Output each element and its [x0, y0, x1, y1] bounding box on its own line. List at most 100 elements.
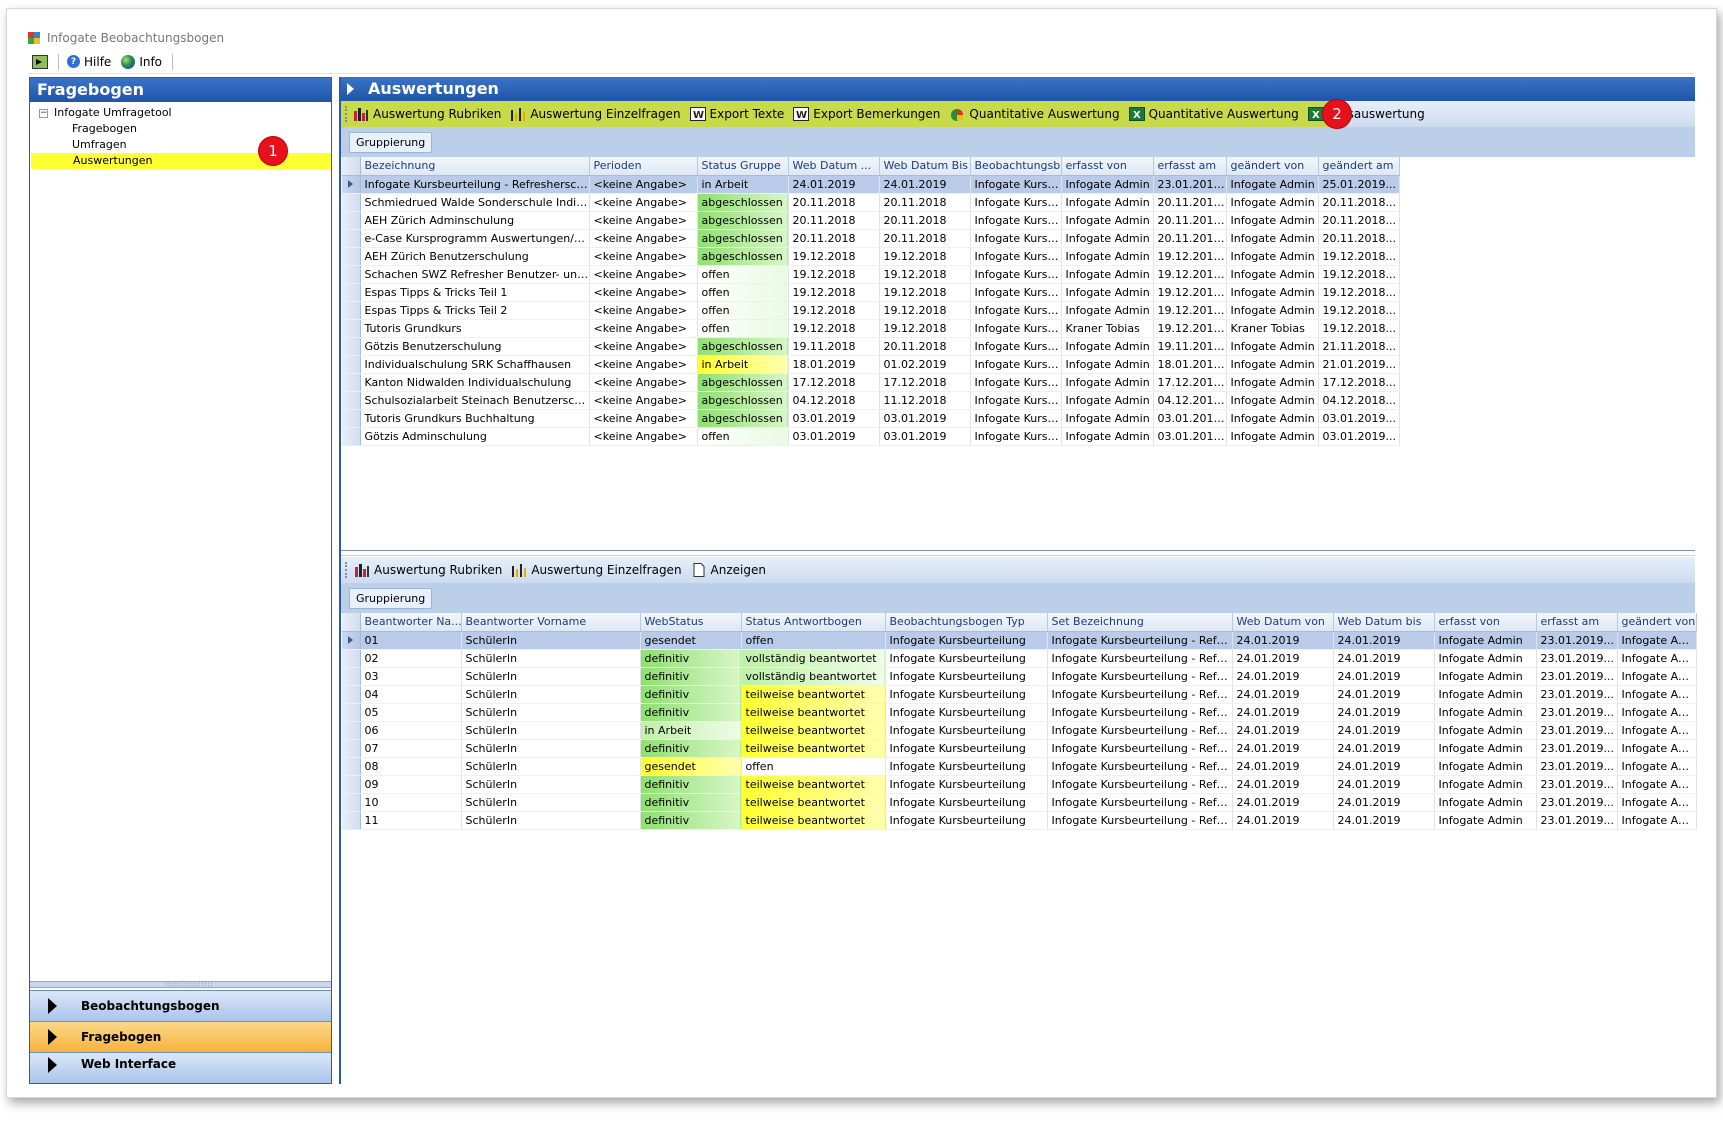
- excel-icon: X: [1128, 107, 1145, 121]
- row-selector[interactable]: [342, 649, 361, 668]
- row-selector[interactable]: [342, 337, 361, 356]
- tree-view: − Infogate Umfragetool Fragebogen Umfrage…: [30, 102, 331, 169]
- column-header[interactable]: Set Bezeichnung: [1047, 613, 1233, 632]
- table-row[interactable]: Tutoris Grundkurs Buchhaltung <keine Anga…: [342, 409, 1400, 428]
- row-selector[interactable]: [342, 283, 361, 302]
- auswertung-rubriken-button[interactable]: Auswertung Rubriken: [353, 107, 501, 121]
- table-row[interactable]: 05 SchülerIn definitiv teilweise beantworte…: [342, 703, 1697, 722]
- grid-splitter[interactable]: [341, 550, 1695, 556]
- anzeigen-button[interactable]: Anzeigen: [691, 563, 766, 577]
- table-row[interactable]: Götzis Benutzerschulung <keine Angabe> abg…: [342, 337, 1400, 356]
- row-selector[interactable]: [342, 391, 361, 410]
- row-selector[interactable]: [342, 685, 361, 704]
- row-selector[interactable]: [342, 301, 361, 320]
- column-header[interactable]: geändert von: [1617, 613, 1697, 632]
- export-texte-button[interactable]: W Export Texte: [689, 107, 784, 121]
- table-cell: 19.12.2018: [879, 301, 971, 320]
- grouping-button[interactable]: Gruppierung: [349, 131, 433, 153]
- table-row[interactable]: Espas Tipps & Tricks Teil 1 <keine Angabe…: [342, 283, 1400, 302]
- table-row[interactable]: e-Case Kursprogramm Auswertungen/Objekts…: [342, 229, 1400, 248]
- table-row[interactable]: AEH Zürich Adminschulung <keine Angabe> ab…: [342, 211, 1400, 230]
- quantitative-auswertung-chart-button[interactable]: Quantitative Auswertung: [949, 107, 1120, 121]
- auswertung-einzelfragen-button[interactable]: Auswertung Einzelfragen: [510, 107, 681, 121]
- column-header[interactable]: Beantworter Vorname: [461, 613, 641, 632]
- row-selector[interactable]: [342, 229, 361, 248]
- exit-button[interactable]: [28, 54, 52, 69]
- row-selector[interactable]: [342, 739, 361, 758]
- row-selector[interactable]: [342, 775, 361, 794]
- table-row[interactable]: 03 SchülerIn definitiv vollständig beantwor…: [342, 667, 1697, 686]
- nav-button-web-interface[interactable]: Web Interface: [30, 1052, 331, 1083]
- column-header[interactable]: Perioden: [589, 157, 698, 176]
- column-header[interactable]: Beantworter Na...: [360, 613, 462, 632]
- table-row[interactable]: 06 SchülerIn in Arbeit teilweise beantworte…: [342, 721, 1697, 740]
- column-header[interactable]: erfasst am: [1536, 613, 1618, 632]
- table-row[interactable]: Schmiedrued Walde Sonderschule Individua…: [342, 193, 1400, 212]
- row-selector[interactable]: [342, 265, 361, 284]
- column-header[interactable]: Status Antwortbogen: [741, 613, 886, 632]
- row-selector[interactable]: [342, 409, 361, 428]
- column-header[interactable]: Beobachtungsb...: [970, 157, 1062, 176]
- row-selector[interactable]: [342, 793, 361, 812]
- table-row[interactable]: 11 SchülerIn definitiv teilweise beantworte…: [342, 811, 1697, 830]
- column-header[interactable]: erfasst von: [1434, 613, 1537, 632]
- bottom-auswertung-einzelfragen-button[interactable]: Auswertung Einzelfragen: [511, 563, 682, 577]
- table-row[interactable]: Tutoris Grundkurs <keine Angabe> offen 19.1…: [342, 319, 1400, 338]
- table-row[interactable]: Infogate Kursbeurteilung - Refresherschu…: [342, 175, 1400, 194]
- column-header[interactable]: Web Datum Bis: [879, 157, 971, 176]
- table-row[interactable]: 08 SchülerIn gesendet offen Infogate Kursbeu…: [342, 757, 1697, 776]
- row-selector[interactable]: [342, 427, 361, 446]
- table-cell: 24.01.2019: [1232, 757, 1334, 776]
- column-header[interactable]: Status Gruppe: [697, 157, 789, 176]
- grouping-button[interactable]: Gruppierung: [349, 587, 433, 609]
- table-row[interactable]: Schulsozialarbeit Steinach Benutzerschul…: [342, 391, 1400, 410]
- table-row[interactable]: 04 SchülerIn definitiv teilweise beantworte…: [342, 685, 1697, 704]
- export-bemerkungen-button[interactable]: W Export Bemerkungen: [793, 107, 940, 121]
- column-header[interactable]: Web Datum von: [1232, 613, 1334, 632]
- row-selector[interactable]: [342, 667, 361, 686]
- nav-button-fragebogen[interactable]: Fragebogen: [30, 1021, 331, 1052]
- column-header[interactable]: WebStatus: [640, 613, 742, 632]
- row-selector[interactable]: [342, 631, 361, 650]
- tree-node-root[interactable]: − Infogate Umfragetool: [30, 105, 331, 121]
- info-menu[interactable]: Info: [117, 54, 166, 69]
- table-row[interactable]: 09 SchülerIn definitiv teilweise beantworte…: [342, 775, 1697, 794]
- row-selector[interactable]: [342, 175, 361, 194]
- column-header[interactable]: erfasst am: [1153, 157, 1227, 176]
- panel-splitter[interactable]: ::::::::::::::::: [30, 981, 331, 988]
- table-row[interactable]: Götzis Adminschulung <keine Angabe> offen 0…: [342, 427, 1400, 446]
- column-header[interactable]: Beobachtungsbogen Typ: [885, 613, 1048, 632]
- table-row[interactable]: 01 SchülerIn gesendet offen Infogate Kursbeu…: [342, 631, 1697, 650]
- collapse-icon[interactable]: −: [39, 108, 48, 118]
- row-selector[interactable]: [342, 355, 361, 374]
- column-header[interactable]: geändert am: [1318, 157, 1400, 176]
- table-row[interactable]: Espas Tipps & Tricks Teil 2 <keine Angabe…: [342, 301, 1400, 320]
- table-row[interactable]: AEH Zürich Benutzerschulung <keine Angabe…: [342, 247, 1400, 266]
- table-row[interactable]: 02 SchülerIn definitiv vollständig beantwor…: [342, 649, 1697, 668]
- quantitative-auswertung-excel-button[interactable]: X Quantitative Auswertung: [1128, 107, 1299, 121]
- row-selector[interactable]: [342, 811, 361, 830]
- table-row[interactable]: Kanton Nidwalden Individualschulung <kein…: [342, 373, 1400, 392]
- tree-node-fragebogen[interactable]: Fragebogen: [30, 121, 331, 137]
- row-selector[interactable]: [342, 193, 361, 212]
- column-header[interactable]: Web Datum bis: [1333, 613, 1435, 632]
- table-cell: Infogate Admin: [1434, 739, 1537, 758]
- column-header[interactable]: Bezeichnung: [360, 157, 590, 176]
- table-row[interactable]: Schachen SWZ Refresher Benutzer- und Adm…: [342, 265, 1400, 284]
- table-row[interactable]: 07 SchülerIn definitiv teilweise beantworte…: [342, 739, 1697, 758]
- row-selector[interactable]: [342, 757, 361, 776]
- column-header[interactable]: erfasst von: [1061, 157, 1154, 176]
- row-selector[interactable]: [342, 247, 361, 266]
- column-header[interactable]: geändert von: [1226, 157, 1319, 176]
- column-header[interactable]: Web Datum ...: [788, 157, 880, 176]
- table-row[interactable]: 10 SchülerIn definitiv teilweise beantworte…: [342, 793, 1697, 812]
- row-selector[interactable]: [342, 703, 361, 722]
- row-selector[interactable]: [342, 373, 361, 392]
- row-selector[interactable]: [342, 319, 361, 338]
- row-selector[interactable]: [342, 211, 361, 230]
- help-menu[interactable]: ? Hilfe: [63, 55, 115, 69]
- bottom-auswertung-rubriken-button[interactable]: Auswertung Rubriken: [354, 563, 502, 577]
- row-selector[interactable]: [342, 721, 361, 740]
- table-row[interactable]: Individualschulung SRK Schaffhausen <kein…: [342, 355, 1400, 374]
- nav-button-beobachtungsbogen[interactable]: Beobachtungsbogen: [30, 990, 331, 1021]
